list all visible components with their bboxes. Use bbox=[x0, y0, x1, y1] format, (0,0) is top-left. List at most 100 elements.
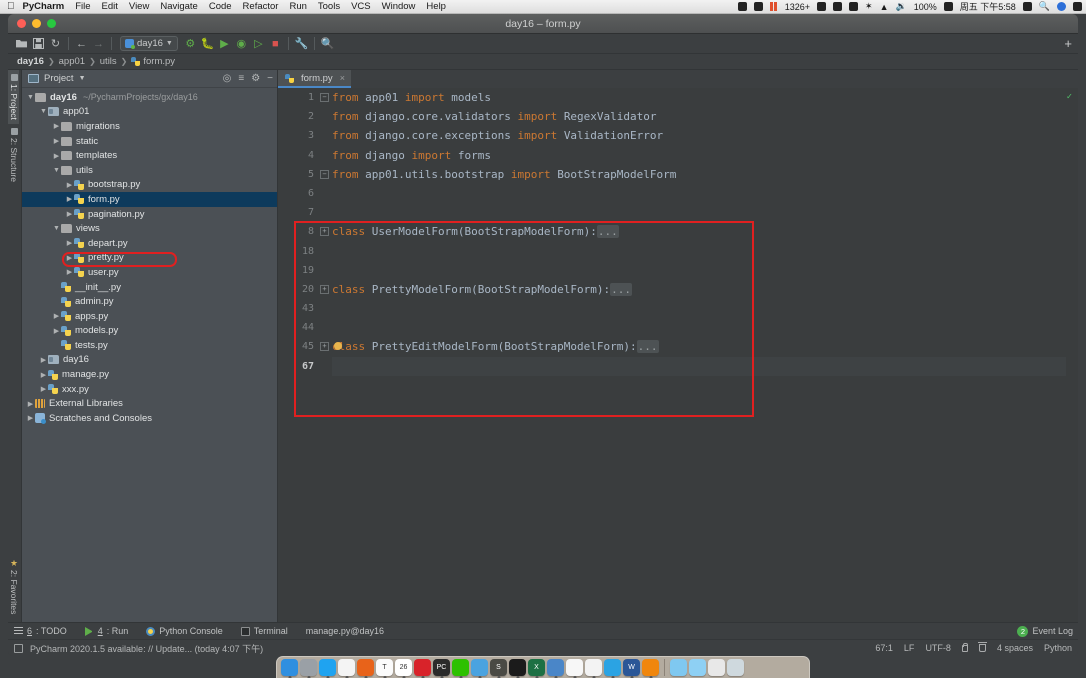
iterm-icon[interactable] bbox=[509, 659, 526, 678]
code-line[interactable] bbox=[332, 357, 1078, 376]
line-separator[interactable]: LF bbox=[904, 643, 915, 653]
breadcrumb-item-app01[interactable]: app01 bbox=[59, 56, 85, 67]
tree-item[interactable]: Scratches and Consoles bbox=[22, 411, 277, 426]
caret-position[interactable]: 67:1 bbox=[875, 643, 893, 653]
event-log-group[interactable]: 2 Event Log bbox=[1017, 625, 1078, 637]
sidebar-item-project[interactable]: 1: Project bbox=[8, 70, 19, 124]
code-content[interactable]: − from app01 import models from django.cor… bbox=[320, 88, 1078, 622]
tree-item[interactable]: templates bbox=[22, 148, 277, 163]
spotlight-icon[interactable]: 🔍 bbox=[1039, 1, 1050, 12]
tool-window-run[interactable]: 4: Run bbox=[84, 626, 128, 636]
code-line[interactable]: + class PrettyEditModelForm(BootStrapMode… bbox=[320, 337, 1078, 356]
chevron-right-icon[interactable] bbox=[39, 356, 48, 364]
chevron-right-icon[interactable] bbox=[39, 385, 48, 393]
lock-icon[interactable] bbox=[961, 642, 969, 652]
trash-icon[interactable] bbox=[727, 659, 744, 676]
notes-icon[interactable] bbox=[566, 659, 583, 678]
code-line[interactable] bbox=[332, 203, 1078, 222]
back-arrow-icon[interactable]: ← bbox=[73, 36, 90, 52]
clock-status-icon[interactable] bbox=[833, 2, 843, 11]
tree-item[interactable]: manage.py bbox=[22, 367, 277, 382]
tree-item[interactable]: form.py bbox=[22, 192, 277, 207]
menu-app-name[interactable]: PyCharm bbox=[23, 1, 65, 12]
menu-help[interactable]: Help bbox=[426, 1, 446, 12]
tree-item[interactable]: xxx.py bbox=[22, 382, 277, 397]
collapse-fold-icon[interactable]: − bbox=[320, 93, 329, 102]
chevron-right-icon[interactable] bbox=[26, 400, 35, 408]
menu-vcs[interactable]: VCS bbox=[351, 1, 371, 12]
code-line[interactable]: from django.core.exceptions import Valid… bbox=[332, 126, 1078, 145]
close-icon[interactable]: × bbox=[340, 73, 345, 83]
code-line[interactable] bbox=[332, 299, 1078, 318]
shield-status-icon[interactable] bbox=[753, 2, 763, 11]
inspection-ok-icon[interactable]: ✓ bbox=[1067, 92, 1072, 102]
tree-item[interactable]: day16 ~/PycharmProjects/gx/day16 bbox=[22, 90, 277, 105]
collapse-fold-icon[interactable]: − bbox=[320, 169, 329, 179]
tree-item[interactable]: utils bbox=[22, 163, 277, 178]
battery-percent[interactable]: 100% bbox=[914, 2, 937, 12]
tree-item[interactable]: pagination.py bbox=[22, 207, 277, 222]
tool-window-terminal[interactable]: Terminal bbox=[240, 626, 288, 636]
wifi-icon[interactable]: ▲ bbox=[880, 2, 889, 12]
indent-setting[interactable]: 4 spaces bbox=[997, 643, 1033, 653]
expand-fold-icon[interactable]: + bbox=[320, 284, 329, 294]
launchpad-icon[interactable] bbox=[300, 659, 317, 678]
telegram-icon[interactable] bbox=[604, 659, 621, 678]
chevron-right-icon[interactable] bbox=[52, 152, 61, 160]
run-tests-icon[interactable]: ▷ bbox=[250, 36, 267, 52]
tree-item[interactable]: admin.py bbox=[22, 294, 277, 309]
thunder-icon[interactable] bbox=[642, 659, 659, 678]
tool-window-python-console[interactable]: Python Console bbox=[146, 626, 223, 636]
tree-item[interactable]: depart.py bbox=[22, 236, 277, 251]
breadcrumb-item-utils[interactable]: utils bbox=[100, 56, 117, 67]
pycharm-icon[interactable]: PC bbox=[433, 659, 450, 678]
typora-icon[interactable]: T bbox=[376, 659, 393, 678]
dropbox-status-icon[interactable] bbox=[737, 2, 747, 11]
code-line[interactable]: + class PrettyModelForm(BootStrapModelFor… bbox=[320, 280, 1078, 299]
chevron-right-icon[interactable] bbox=[65, 181, 74, 189]
expand-fold-icon[interactable]: + bbox=[320, 227, 329, 237]
excel-icon[interactable]: X bbox=[528, 659, 545, 678]
chevron-right-icon[interactable] bbox=[65, 210, 74, 218]
control-center-icon[interactable] bbox=[1073, 2, 1082, 11]
safari-icon[interactable] bbox=[319, 659, 336, 678]
tree-item[interactable]: tests.py bbox=[22, 338, 277, 353]
code-line[interactable]: + class UserModelForm(BootStrapModelForm)… bbox=[320, 222, 1078, 241]
save-icon[interactable] bbox=[30, 36, 47, 52]
run-configuration-selector[interactable]: day16 ▼ bbox=[120, 36, 178, 51]
calendar-icon[interactable]: 26 bbox=[395, 659, 412, 678]
menu-file[interactable]: File bbox=[75, 1, 90, 12]
menu-view[interactable]: View bbox=[129, 1, 149, 12]
add-icon[interactable]: + bbox=[1064, 36, 1072, 51]
search-icon[interactable]: 🔍 bbox=[319, 36, 336, 52]
teamviewer-icon[interactable] bbox=[547, 659, 564, 678]
translate-status-icon[interactable] bbox=[849, 2, 859, 11]
project-file-tree[interactable]: day16 ~/PycharmProjects/gx/day16 app01 migr… bbox=[22, 88, 277, 426]
menu-code[interactable]: Code bbox=[209, 1, 232, 12]
forward-arrow-icon[interactable]: → bbox=[90, 36, 107, 52]
pause-status-icon[interactable] bbox=[769, 2, 778, 11]
tree-item[interactable]: user.py bbox=[22, 265, 277, 280]
code-line[interactable] bbox=[332, 318, 1078, 337]
breadcrumb-item-day16[interactable]: day16 bbox=[17, 56, 44, 67]
profile-icon[interactable]: ◉ bbox=[233, 36, 250, 52]
sync-icon[interactable]: ↻ bbox=[47, 36, 64, 52]
chevron-right-icon[interactable] bbox=[65, 239, 74, 247]
battery-icon[interactable] bbox=[943, 2, 953, 11]
code-line[interactable]: − from app01.utils.bootstrap import BootS… bbox=[320, 165, 1078, 184]
finder-icon[interactable] bbox=[281, 659, 298, 678]
firefox-icon[interactable] bbox=[357, 659, 374, 678]
code-line[interactable]: − from app01 import models bbox=[320, 88, 1078, 107]
menu-window[interactable]: Window bbox=[382, 1, 416, 12]
clock-datetime[interactable]: 周五 下午5:58 bbox=[960, 0, 1016, 13]
chevron-right-icon[interactable] bbox=[65, 268, 74, 276]
chevron-down-icon[interactable] bbox=[39, 108, 48, 115]
chevron-right-icon[interactable] bbox=[65, 195, 74, 203]
apple-menu-icon[interactable]:  bbox=[7, 1, 15, 12]
expand-fold-icon[interactable]: + bbox=[320, 342, 329, 352]
netease-music-icon[interactable] bbox=[414, 659, 431, 678]
build-icon[interactable]: ⚙ bbox=[182, 36, 199, 52]
chevron-right-icon[interactable] bbox=[39, 371, 48, 379]
chevron-down-icon[interactable] bbox=[26, 94, 35, 101]
sidebar-item-structure[interactable]: 2: Structure bbox=[8, 124, 19, 186]
